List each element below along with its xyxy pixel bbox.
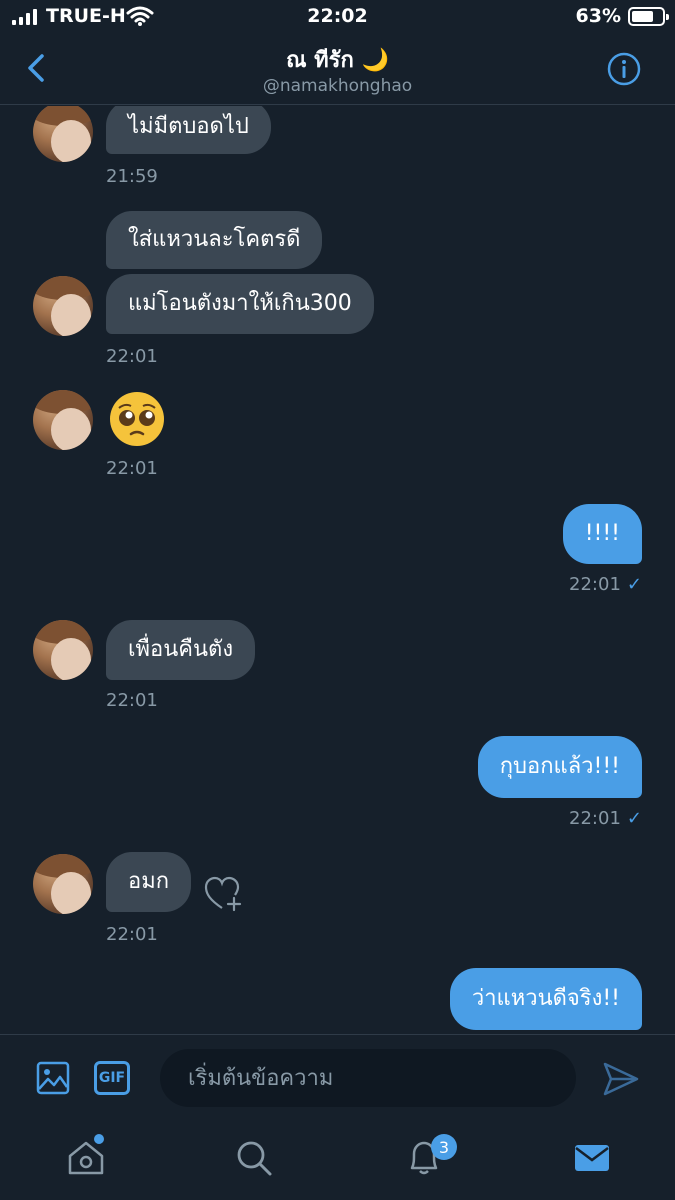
avatar[interactable] xyxy=(33,276,93,336)
compose-bar: GIF xyxy=(0,1034,675,1122)
message-time: 22:01 xyxy=(106,458,158,479)
message-time: 22:01 xyxy=(106,690,158,711)
home-icon[interactable] xyxy=(66,1138,106,1178)
message-outgoing[interactable]: กุบอกแล้ว!!! xyxy=(477,736,642,798)
heart-add-icon[interactable] xyxy=(204,876,244,912)
info-icon[interactable] xyxy=(607,52,641,86)
home-new-indicator xyxy=(94,1134,104,1144)
read-check-icon: ✓ xyxy=(626,574,642,595)
search-icon[interactable] xyxy=(234,1138,274,1178)
message-text: !!!! xyxy=(584,521,620,546)
message-thread[interactable]: ไม่มีตบอดไป 21:59 ใส่แหวนละโคตรดี แม่โอน… xyxy=(0,106,675,1034)
message-incoming[interactable]: ไม่มีตบอดไป xyxy=(106,106,271,154)
message-time-row: 22:01 ✓ xyxy=(569,574,642,595)
avatar[interactable] xyxy=(33,854,93,914)
message-time: 21:59 xyxy=(106,166,158,187)
message-incoming[interactable]: ใส่แหวนละโคตรดี xyxy=(106,211,323,269)
message-incoming[interactable]: เพื่อนคืนตัง xyxy=(106,620,256,680)
message-incoming[interactable]: อมก xyxy=(106,852,192,912)
status-bar: TRUE-H 22:02 63% xyxy=(0,0,675,36)
message-text: อมก xyxy=(128,869,170,894)
message-time-row: 22:01 ✓ xyxy=(569,808,642,829)
message-time: 22:01 xyxy=(106,346,158,367)
message-time: 22:01 xyxy=(106,924,158,945)
image-icon[interactable] xyxy=(36,1061,70,1095)
notifications-badge: 3 xyxy=(431,1134,457,1160)
message-text: ใส่แหวนละโคตรดี xyxy=(128,227,301,252)
message-input[interactable] xyxy=(160,1049,576,1107)
message-text: เพื่อนคืนตัง xyxy=(128,637,234,662)
pleading-face-emoji-icon[interactable] xyxy=(106,388,168,450)
avatar[interactable] xyxy=(33,106,93,162)
battery-icon xyxy=(628,7,669,26)
avatar[interactable] xyxy=(33,620,93,680)
conversation-handle[interactable]: @namakhonghao xyxy=(0,76,675,96)
message-time: 22:01 xyxy=(569,574,621,595)
conversation-title[interactable]: ณ ทีรัก 🌙 xyxy=(0,42,675,77)
message-time: 22:01 xyxy=(569,808,621,829)
read-check-icon: ✓ xyxy=(626,808,642,829)
message-outgoing[interactable]: !!!! xyxy=(562,504,642,564)
message-outgoing[interactable]: ว่าแหวนดีจริง!! xyxy=(449,968,642,1030)
send-icon[interactable] xyxy=(602,1061,640,1097)
message-text: ว่าแหวนดีจริง!! xyxy=(471,986,620,1011)
message-text: แม่โอนตังมาให้เกิน300 xyxy=(128,291,352,316)
message-text: กุบอกแล้ว!!! xyxy=(499,754,620,779)
message-text: ไม่มีตบอดไป xyxy=(128,114,249,139)
message-incoming[interactable]: แม่โอนตังมาให้เกิน300 xyxy=(106,274,374,334)
battery-percent: 63% xyxy=(575,5,621,27)
conversation-header: ณ ทีรัก 🌙 @namakhonghao xyxy=(0,36,675,105)
gif-button[interactable]: GIF xyxy=(94,1061,130,1095)
status-time: 22:02 xyxy=(307,5,368,27)
messages-envelope-icon[interactable] xyxy=(572,1138,612,1178)
avatar[interactable] xyxy=(33,390,93,450)
